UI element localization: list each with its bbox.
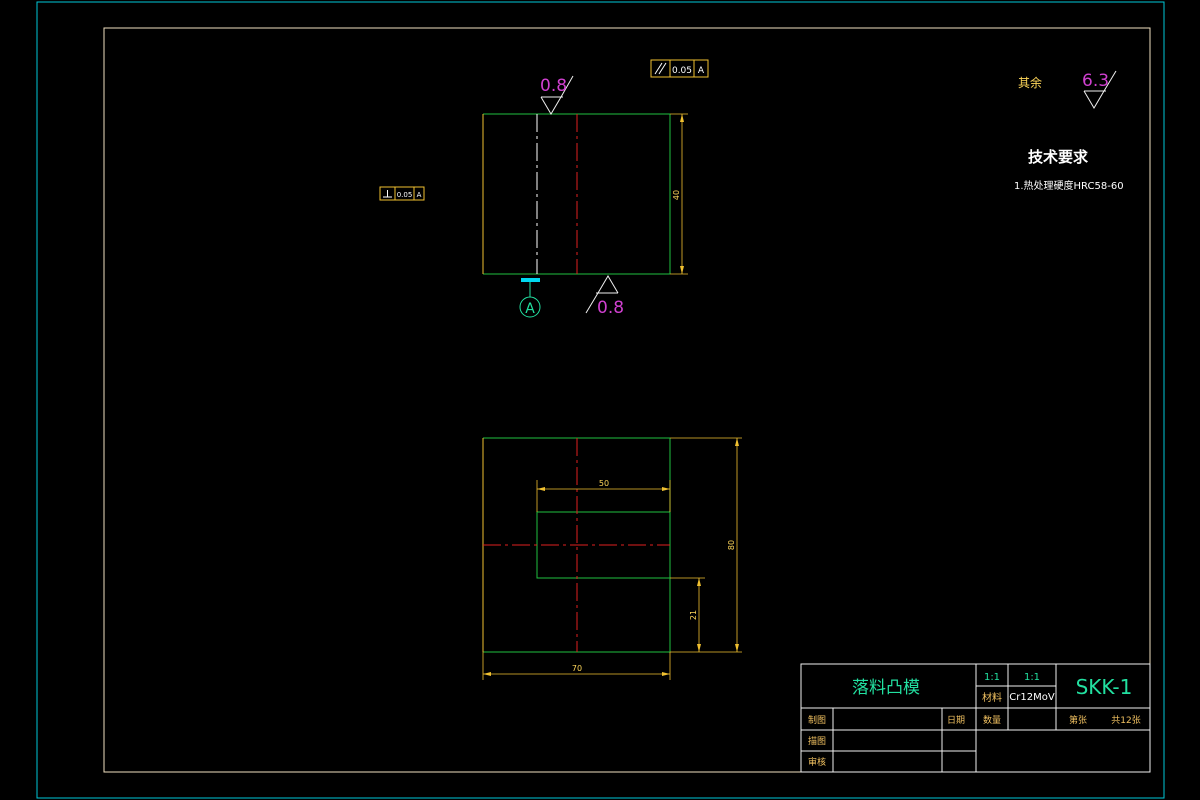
perp-datum: A bbox=[417, 191, 422, 199]
dim-inner-width: 50 bbox=[599, 479, 609, 488]
scale-2: 1:1 bbox=[1024, 672, 1040, 683]
dim-top-height: 80 bbox=[727, 540, 736, 550]
scale-1: 1:1 bbox=[984, 672, 1000, 683]
dim-offset: 21 bbox=[689, 610, 698, 620]
tech-item-1: 1.热处理硬度HRC58-60 bbox=[1014, 179, 1124, 192]
sheet-label: 第张 bbox=[1069, 714, 1087, 726]
material-value: Cr12MoV bbox=[1009, 692, 1055, 703]
perpendicularity-frame: 0.05 A bbox=[379, 186, 425, 201]
other-roughness-value: 6.3 bbox=[1082, 71, 1109, 91]
qty-label: 数量 bbox=[983, 714, 1001, 726]
drawing-canvas: 40 0.8 0.8 A 0.05 A 0.05 A 50 80 21 70 其… bbox=[36, 1, 1165, 799]
roughness-symbol-bottom: 0.8 bbox=[585, 275, 624, 318]
dim-front-height: 40 bbox=[672, 190, 681, 200]
drawn-label: 制图 bbox=[808, 714, 826, 726]
drawn-by-label: 描图 bbox=[808, 735, 826, 747]
perp-tolerance: 0.05 bbox=[397, 191, 413, 199]
parallelism-frame: 0.05 A bbox=[650, 59, 709, 78]
material-label: 材料 bbox=[982, 691, 1002, 704]
checked-label: 审核 bbox=[808, 756, 826, 768]
tech-title: 技术要求 bbox=[1028, 148, 1089, 166]
front-view: 40 bbox=[482, 113, 688, 275]
other-roughness: 其余 6.3 bbox=[1018, 70, 1117, 109]
date-label: 日期 bbox=[947, 715, 965, 726]
top-view: 50 80 21 70 bbox=[482, 437, 742, 680]
parallel-tolerance: 0.05 bbox=[672, 66, 692, 76]
drawing-number: SKK-1 bbox=[1076, 675, 1133, 699]
datum-a-symbol: A bbox=[519, 278, 541, 318]
other-label: 其余 bbox=[1018, 75, 1042, 90]
total-label: 共12张 bbox=[1111, 715, 1140, 726]
dim-top-width: 70 bbox=[572, 664, 582, 673]
roughness-top-value: 0.8 bbox=[540, 76, 567, 96]
part-name: 落料凸模 bbox=[852, 678, 920, 698]
roughness-symbol-top: 0.8 bbox=[540, 75, 574, 115]
inner-border bbox=[103, 27, 1151, 773]
parallel-datum: A bbox=[698, 66, 705, 76]
roughness-bottom-value: 0.8 bbox=[597, 298, 624, 318]
datum-a-label: A bbox=[525, 301, 535, 317]
